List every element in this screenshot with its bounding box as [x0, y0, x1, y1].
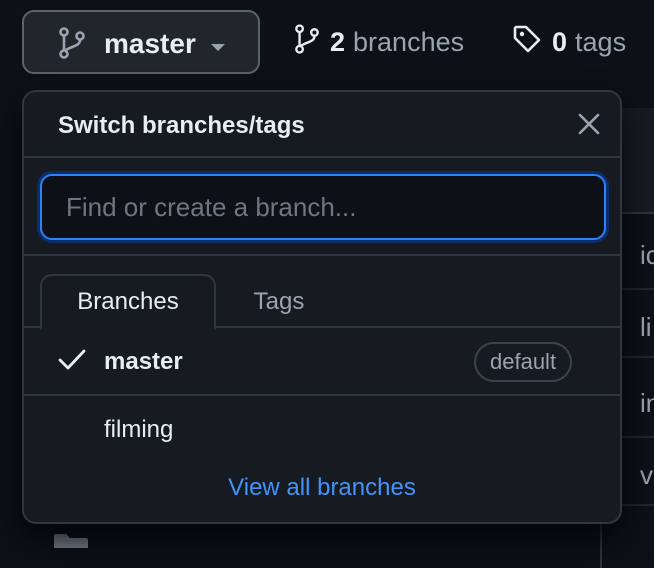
default-badge: default	[474, 342, 573, 382]
file-row-name[interactable]: in	[640, 388, 654, 419]
close-icon[interactable]	[578, 113, 600, 140]
check-icon	[58, 348, 86, 377]
branch-search-input[interactable]	[40, 174, 606, 240]
branches-label: branches	[353, 26, 465, 57]
branch-select-button[interactable]: master	[22, 10, 260, 74]
ref-type-tabs: Branches Tags	[24, 256, 620, 330]
tags-count-link[interactable]: 0 tags	[512, 22, 626, 62]
file-row-name[interactable]: li	[640, 312, 652, 343]
file-row-name[interactable]: v	[640, 460, 653, 491]
tab-branches[interactable]: Branches	[40, 274, 216, 330]
branch-name: filming	[104, 416, 174, 443]
tab-tags[interactable]: Tags	[224, 274, 334, 330]
dropdown-header: Switch branches/tags	[24, 92, 620, 158]
current-branch-label: master	[104, 28, 196, 59]
branches-count: 2	[330, 26, 346, 57]
branches-count-link[interactable]: 2 branches	[294, 22, 464, 62]
file-row-name[interactable]: ic	[640, 240, 654, 271]
branch-item-master[interactable]: master default	[24, 328, 620, 396]
git-branch-icon	[58, 27, 86, 64]
caret-down-icon	[210, 40, 226, 58]
branch-item-filming[interactable]: filming	[24, 396, 620, 464]
branch-name: master	[104, 348, 183, 375]
git-branch-icon	[294, 23, 330, 61]
tag-icon	[512, 24, 552, 61]
tags-count: 0	[552, 26, 568, 57]
folder-icon	[54, 534, 88, 553]
search-section	[24, 158, 620, 256]
dropdown-title: Switch branches/tags	[58, 112, 305, 139]
branch-switcher-dropdown: Switch branches/tags Branches Tags maste…	[22, 90, 622, 524]
view-all-branches-link[interactable]: View all branches	[24, 474, 620, 502]
tags-label: tags	[575, 26, 627, 57]
